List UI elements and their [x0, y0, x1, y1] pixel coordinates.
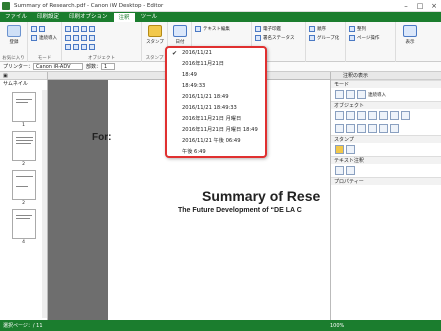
page-ops-icon[interactable]: [349, 34, 355, 41]
text-edit-icon[interactable]: [335, 166, 344, 175]
app-icon: [2, 1, 10, 10]
display-button[interactable]: 表示: [400, 25, 420, 45]
note-tool-icon[interactable]: [89, 43, 95, 50]
link-import-icon[interactable]: [31, 34, 37, 41]
printer-select[interactable]: Canon iR-ADV: [33, 63, 84, 70]
ribbon-group-favorites: 登録 お気に入り: [0, 22, 28, 62]
polygon-tool-icon[interactable]: [73, 34, 79, 41]
ellipse-icon[interactable]: [401, 111, 410, 120]
date-format-option[interactable]: 午後 6:49: [167, 147, 265, 158]
fill-ellipse-icon[interactable]: [379, 124, 388, 133]
stamp-icon[interactable]: [335, 145, 344, 154]
menu-file[interactable]: ファイル: [0, 12, 32, 22]
minimize-button[interactable]: –: [399, 0, 413, 12]
thumbnail-tab-icon[interactable]: ▣: [3, 73, 8, 79]
annotation-tab[interactable]: 注釈の表示: [331, 72, 441, 80]
partial-text: For:: [92, 132, 112, 143]
date-format-option[interactable]: 2016/11/21 午後 06:49: [167, 136, 265, 147]
thumbnail-page[interactable]: [11, 92, 36, 122]
text-tool-icon[interactable]: [65, 25, 71, 32]
checkmark-icon: ✔: [172, 50, 178, 57]
register-button[interactable]: 登録: [4, 25, 24, 45]
menu-print-settings[interactable]: 印刷設定: [32, 12, 64, 22]
menu-annotation[interactable]: 注釈: [112, 12, 136, 22]
ribbon-group-object: オブジェクト: [62, 22, 142, 62]
line-tool-icon[interactable]: [89, 25, 95, 32]
thumbnail-page[interactable]: [11, 131, 36, 161]
zoom-level[interactable]: 100%: [330, 323, 344, 329]
order-icon[interactable]: [309, 25, 315, 32]
marker-tool-icon[interactable]: [65, 34, 71, 41]
date-format-option[interactable]: 18:49:33: [167, 81, 265, 92]
image-tool-icon[interactable]: [73, 43, 79, 50]
align-icon[interactable]: [349, 25, 355, 32]
arrow-tool-icon[interactable]: [81, 34, 87, 41]
window-title: Summary of Research.pdf - Canon iW Deskt…: [14, 2, 164, 9]
highlight-icon[interactable]: [335, 124, 344, 133]
fill-tool-icon[interactable]: [65, 43, 71, 50]
close-button[interactable]: ×: [427, 0, 441, 12]
select-icon[interactable]: [346, 90, 355, 99]
pen-tool-icon[interactable]: [89, 34, 95, 41]
pen-icon[interactable]: [335, 111, 344, 120]
text-edit-icon[interactable]: [195, 25, 201, 32]
document-heading: Summary of Rese: [202, 188, 321, 204]
copies-field[interactable]: 1: [101, 63, 116, 70]
ellipse-tool-icon[interactable]: [81, 25, 87, 32]
seal-icon[interactable]: [255, 25, 261, 32]
text-box-icon[interactable]: [357, 111, 366, 120]
calendar-icon: [173, 25, 187, 37]
document-subheading: The Future Development of “DE LA C: [178, 207, 302, 214]
hand-icon[interactable]: [335, 90, 344, 99]
page-info: 選択ページ：/ 11: [3, 323, 43, 329]
ribbon-group-display: 表示: [396, 22, 441, 62]
date-format-option[interactable]: 2016/11/21 18:49: [167, 92, 265, 103]
select-icon[interactable]: [39, 25, 45, 32]
thumbnail-page[interactable]: [11, 209, 36, 239]
date-button[interactable]: 日付: [170, 25, 190, 45]
menu-print-options[interactable]: 印刷オプション: [64, 12, 113, 22]
date-format-option[interactable]: 2016年11月21日 月曜日: [167, 114, 265, 125]
fill-rect-icon[interactable]: [368, 124, 377, 133]
star-icon: [7, 25, 21, 37]
thumbnail-page[interactable]: [11, 170, 36, 200]
date-format-option[interactable]: 2016/11/21 18:49:33: [167, 103, 265, 114]
menu-bar: ファイル 印刷設定 印刷オプション 注釈 ツール: [0, 12, 441, 22]
rect-tool-icon[interactable]: [73, 25, 79, 32]
display-icon: [403, 25, 417, 37]
link-import-icon[interactable]: [357, 90, 366, 99]
image-icon[interactable]: [357, 124, 366, 133]
menu-tools[interactable]: ツール: [136, 12, 163, 22]
note-icon[interactable]: [368, 111, 377, 120]
ribbon-group-arrange: 順序 グループ化: [306, 22, 346, 62]
status-bar: 選択ページ：/ 11 100%: [0, 320, 441, 331]
calendar-icon[interactable]: [346, 145, 355, 154]
ribbon-group-mode: 連続導入 モード: [28, 22, 62, 62]
date-format-option[interactable]: 18:49: [167, 70, 265, 81]
maximize-button[interactable]: □: [413, 0, 427, 12]
polygon-icon[interactable]: [346, 124, 355, 133]
fill-polygon-icon[interactable]: [390, 124, 399, 133]
ribbon-group-page: 整列 ページ操作: [346, 22, 396, 62]
title-bar: Summary of Research.pdf - Canon iW Deskt…: [0, 0, 441, 12]
thumbnail-scrollbar[interactable]: [42, 90, 47, 318]
date-format-option[interactable]: 2016年11月21日 月曜日 18:49: [167, 125, 265, 136]
panel-tabs: ▣: [0, 72, 47, 80]
text-icon[interactable]: [346, 111, 355, 120]
date-format-option[interactable]: 2016年11月21日: [167, 59, 265, 70]
group-icon[interactable]: [309, 34, 315, 41]
thumbnail-panel: ▣ サムネイル 1 2 2 4: [0, 72, 48, 320]
stamp-tool-icon[interactable]: [81, 43, 87, 50]
stamp-icon: [148, 25, 162, 37]
date-format-option[interactable]: ✔ 2016/11/21: [167, 48, 265, 59]
date-format-dropdown: ✔ 2016/11/21 2016年11月21日 18:49 18:49:33 2…: [165, 46, 267, 158]
annotation-panel: 注釈の表示 モード 連続導入 オブジェクト スタンプ テキスト注釈 プロパティー: [330, 72, 441, 320]
hand-icon[interactable]: [31, 25, 37, 32]
signature-icon[interactable]: [255, 34, 261, 41]
line-icon[interactable]: [379, 111, 388, 120]
signature-icon[interactable]: [346, 166, 355, 175]
rect-icon[interactable]: [390, 111, 399, 120]
stamp-button[interactable]: スタンプ: [145, 25, 165, 45]
